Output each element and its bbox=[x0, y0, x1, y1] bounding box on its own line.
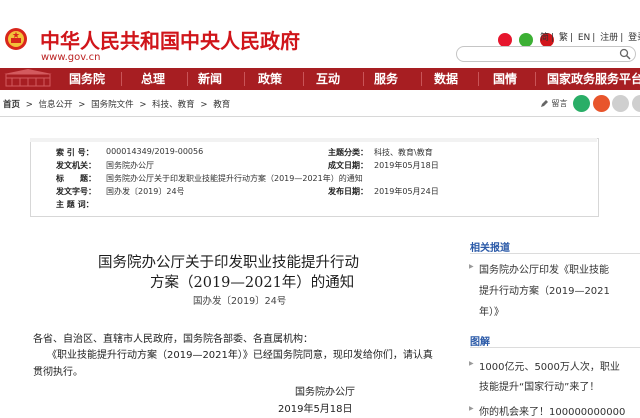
title-label: 标 题： bbox=[56, 174, 96, 183]
weibo-icon[interactable] bbox=[498, 32, 512, 47]
breadcrumb-separator: > bbox=[139, 100, 147, 110]
message-link[interactable]: 留言 bbox=[552, 99, 568, 108]
index-no-label: 索 引 号： bbox=[56, 148, 94, 157]
nav-item-news[interactable]: 新闻 bbox=[189, 68, 231, 90]
nav-divider bbox=[535, 72, 536, 86]
publish-date-value: 2019年05月24日 bbox=[374, 187, 439, 196]
related-link-line3[interactable]: 年）》 bbox=[479, 303, 504, 318]
graphic-link-1-line2[interactable]: 技能提升“国家行动”来了！ bbox=[479, 378, 599, 393]
site-title[interactable]: 中华人民共和国中央人民政府 bbox=[40, 25, 300, 54]
nav-item-national-info[interactable]: 国情 bbox=[484, 68, 526, 90]
breadcrumb-state-council-docs[interactable]: 国务院文件 bbox=[91, 100, 134, 110]
article-doc-number: 国办发〔2019〕24号 bbox=[193, 296, 287, 307]
wechat-icon[interactable] bbox=[519, 32, 534, 47]
nav-divider bbox=[363, 72, 364, 86]
article-body-line1: 各省、自治区、直辖市人民政府，国务院各部委、各直属机构： bbox=[33, 334, 313, 345]
related-reports-heading: 相关报道 bbox=[470, 243, 510, 254]
article-title-line1: 国务院办公厅关于印发职业技能提升行动 bbox=[98, 255, 359, 271]
breadcrumb-sci-edu[interactable]: 科技、教育 bbox=[152, 100, 195, 110]
category-value: 科技、教育\教育 bbox=[374, 148, 433, 157]
sidebar-divider bbox=[470, 253, 640, 254]
doc-no-value: 国办发〔2019〕24号 bbox=[106, 187, 185, 196]
index-no-value: 000014349/2019-00056 bbox=[106, 147, 204, 156]
tool-icons: 留言 bbox=[540, 95, 640, 112]
link-traditional[interactable]: 繁 bbox=[559, 33, 568, 43]
issuer-value: 国务院办公厅 bbox=[106, 161, 154, 170]
bullet-triangle-icon: ▶ bbox=[469, 263, 474, 270]
nav-item-policy[interactable]: 政策 bbox=[249, 68, 291, 90]
nav-divider bbox=[478, 72, 479, 86]
building-pattern-icon bbox=[4, 69, 52, 87]
print-icon[interactable] bbox=[631, 95, 640, 112]
doc-no-label: 发文字号： bbox=[56, 187, 96, 196]
link-register[interactable]: 注册 bbox=[600, 33, 618, 43]
search-input[interactable] bbox=[456, 46, 636, 62]
article-body-line3: 贯彻执行。 bbox=[33, 367, 83, 378]
publish-date-label: 发布日期： bbox=[328, 187, 368, 196]
keywords-label: 主 题 词： bbox=[56, 200, 94, 209]
nav-item-service-platform[interactable]: 国家政务服务平台 bbox=[547, 68, 640, 90]
written-date-value: 2019年05月18日 bbox=[374, 161, 439, 170]
sidebar-divider bbox=[470, 347, 640, 348]
breadcrumb-separator: > bbox=[25, 100, 33, 110]
nav-divider bbox=[303, 72, 304, 86]
link-login[interactable]: 登录 bbox=[628, 33, 640, 43]
article-body-line2: 《职业技能提升行动方案（2019—2021年）》已经国务院同意，现印发给你们，请… bbox=[47, 350, 433, 361]
nav-divider bbox=[244, 72, 245, 86]
nav-item-data[interactable]: 数据 bbox=[425, 68, 467, 90]
national-emblem-icon[interactable] bbox=[4, 27, 28, 51]
title-value: 国务院办公厅关于印发职业技能提升行动方案（2019—2021年）的通知 bbox=[106, 174, 363, 183]
signature-org: 国务院办公厅 bbox=[295, 387, 355, 398]
graphic-link-2-line1[interactable]: 你的机会来了！100000000000 bbox=[479, 403, 625, 418]
breadcrumb-education[interactable]: 教育 bbox=[213, 100, 230, 110]
nav-divider bbox=[187, 72, 188, 86]
breadcrumb-home[interactable]: 首页 bbox=[3, 100, 20, 110]
search-icon[interactable] bbox=[619, 48, 631, 60]
breadcrumb-info-disclosure[interactable]: 信息公开 bbox=[39, 100, 73, 110]
breadcrumb-separator: > bbox=[200, 100, 208, 110]
article-title-line2: 方案（2019—2021年）的通知 bbox=[150, 275, 355, 291]
nav-divider bbox=[121, 72, 122, 86]
site-url[interactable]: www.gov.cn bbox=[41, 52, 100, 63]
category-label: 主题分类： bbox=[328, 148, 368, 157]
top-links: 简| 繁| EN| 注册| 登录 bbox=[538, 30, 640, 43]
nav-item-state-council[interactable]: 国务院 bbox=[66, 68, 108, 90]
graphic-link-1-line1[interactable]: 1000亿元、5000万人次，职业 bbox=[479, 358, 620, 373]
nav-item-services[interactable]: 服务 bbox=[365, 68, 407, 90]
pen-icon[interactable] bbox=[540, 99, 549, 108]
signature-date: 2019年5月18日 bbox=[278, 404, 353, 415]
link-simplified[interactable]: 简 bbox=[540, 33, 549, 43]
bullet-triangle-icon: ▶ bbox=[469, 360, 474, 367]
breadcrumb: 首页 > 信息公开 > 国务院文件 > 科技、教育 > 教育 bbox=[3, 98, 233, 110]
graphics-heading: 图解 bbox=[470, 337, 490, 348]
info-box-top-strip bbox=[30, 138, 597, 142]
related-link-line2[interactable]: 提升行动方案（2019—2021 bbox=[479, 282, 610, 297]
wechat-share-icon[interactable] bbox=[573, 95, 591, 112]
nav-item-interaction[interactable]: 互动 bbox=[307, 68, 349, 90]
related-link-line1[interactable]: 国务院办公厅印发《职业技能 bbox=[479, 261, 609, 276]
bullet-triangle-icon: ▶ bbox=[469, 405, 474, 412]
weibo-share-icon[interactable] bbox=[592, 95, 610, 112]
issuer-label: 发文机关： bbox=[56, 161, 96, 170]
share-icon[interactable] bbox=[612, 95, 630, 112]
breadcrumb-separator: > bbox=[78, 100, 86, 110]
link-english[interactable]: EN bbox=[578, 33, 590, 43]
nav-divider bbox=[421, 72, 422, 86]
nav-item-premier[interactable]: 总理 bbox=[132, 68, 174, 90]
written-date-label: 成文日期： bbox=[328, 161, 368, 170]
